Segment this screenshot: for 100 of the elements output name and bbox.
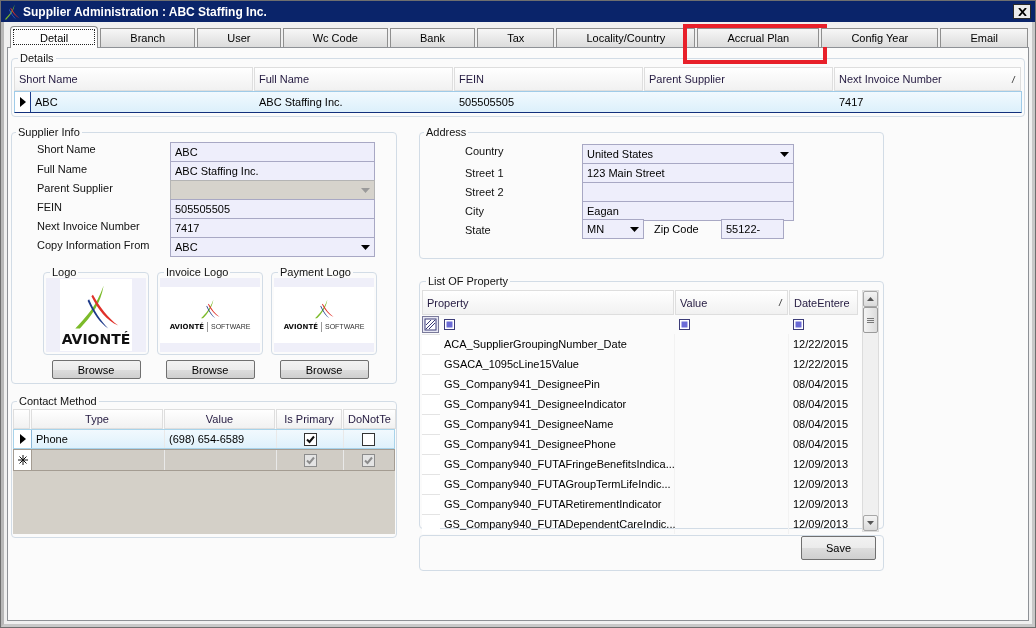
table-row[interactable]: ABC ABC Staffing Inc. 505505505 7417 [14, 91, 1022, 113]
caret-icon [361, 244, 370, 250]
tab[interactable]: Bank [389, 28, 476, 47]
table-cell: GS_Company941_DesigneeName [440, 414, 675, 434]
tab[interactable]: Detail [10, 26, 99, 48]
scroll-up-button[interactable] [863, 291, 878, 307]
row-header[interactable] [15, 92, 31, 112]
checkbox[interactable] [362, 453, 375, 467]
tab[interactable]: User [197, 28, 281, 47]
table-cell: GS_Company940_FUTADependentCareIndic... [440, 514, 675, 534]
row-header[interactable] [14, 430, 32, 448]
table-cell-text: 505505505 [458, 95, 516, 110]
tab[interactable]: Email [940, 28, 1028, 47]
table-cell-text: 08/04/2015 [792, 417, 850, 432]
table-cell-text: 08/04/2015 [792, 397, 850, 412]
column-header[interactable]: FEIN [454, 67, 643, 91]
logo-wordmark: AVIONTÉ [61, 330, 131, 347]
scrollbar[interactable] [862, 290, 879, 532]
filter-icon[interactable] [679, 319, 690, 330]
table-cell-text: 12/09/2013 [792, 497, 850, 512]
column-title: DateEntere [794, 296, 850, 309]
group-title: Payment Logo [279, 266, 352, 278]
column-header[interactable]: Full Name [254, 67, 453, 91]
browse-button[interactable]: Browse [165, 360, 255, 379]
table-cell: GS_Company941_DesigneePin [440, 374, 675, 394]
table-cell: Phone [32, 430, 165, 448]
window-title: Supplier Administration : ABC Staffing Inc. [23, 4, 268, 19]
sort-indicator-icon [1011, 75, 1016, 83]
scroll-down-icon [867, 521, 874, 525]
sort-indicator-icon [778, 299, 783, 306]
column-header[interactable]: DateEntere [789, 290, 858, 315]
column-header[interactable]: Short Name [14, 67, 253, 91]
group-title: Logo [51, 266, 78, 278]
text-field[interactable]: 505505505 [170, 199, 375, 219]
group-title: Address [425, 126, 468, 138]
new-row-icon [17, 455, 28, 465]
group-title: Supplier Info [17, 126, 81, 138]
row-header[interactable] [14, 450, 32, 470]
dropdown[interactable]: United States [582, 144, 794, 164]
checkbox[interactable] [303, 453, 317, 467]
column-header[interactable]: DoNotTe [343, 409, 396, 429]
tab[interactable]: Wc Code [282, 28, 388, 47]
group-title: List OF Property [427, 275, 510, 287]
column-header[interactable]: Next Invoice Number [834, 67, 1021, 91]
column-title: Full Name [259, 73, 310, 85]
field-label: Parent Supplier [37, 181, 114, 194]
filter-editor-icon[interactable] [422, 316, 439, 333]
save-button[interactable]: Save [801, 536, 876, 560]
text-field[interactable]: ABC Staffing Inc. [170, 161, 375, 181]
column-title: Parent Supplier [649, 73, 725, 85]
table-cell: ACA_SupplierGroupingNumber_Date [440, 334, 675, 354]
column-title: Property [427, 296, 469, 309]
table-cell-text: 12/22/2015 [792, 357, 850, 372]
browse-button[interactable]: Browse [51, 360, 141, 379]
column-header[interactable]: Is Primary [276, 409, 342, 429]
field-label: FEIN [37, 200, 64, 213]
column-header[interactable]: Parent Supplier [644, 67, 833, 91]
text-field[interactable]: 55122- [721, 219, 784, 239]
text-field[interactable]: 7417 [170, 218, 375, 238]
column-header[interactable]: Value [675, 290, 788, 315]
dropdown[interactable]: MN [582, 219, 644, 239]
table-cell-text: 12/09/2013 [792, 457, 850, 472]
field-label: Street 1 [465, 166, 505, 179]
field-label: City [465, 204, 485, 217]
tab[interactable]: Locality/Country [556, 28, 696, 47]
field-label: State [465, 223, 492, 236]
field-label: Zip Code [653, 222, 700, 235]
caret-icon [361, 187, 370, 193]
table-cell: GS_Company940_FUTAGroupTermLifeIndic... [440, 474, 675, 494]
table-cell-text: 7417 [838, 95, 865, 110]
dropdown[interactable]: ABC [170, 237, 375, 257]
table-row[interactable]: Phone (698) 654-6589 [13, 429, 395, 449]
current-row-icon [19, 97, 26, 107]
tab[interactable]: Config Year [821, 28, 939, 47]
browse-button[interactable]: Browse [279, 360, 369, 379]
filter-icon[interactable] [793, 319, 804, 330]
text-field[interactable]: 123 Main Street [582, 163, 794, 183]
field-label: Next Invoice Number [37, 219, 141, 232]
tab[interactable]: Tax [477, 28, 555, 47]
table-cell: GS_Company940_FUTARetirementIndicator [440, 494, 675, 514]
scroll-down-button[interactable] [863, 515, 878, 531]
scroll-up-icon [867, 297, 874, 301]
scroll-thumb[interactable] [863, 307, 878, 333]
tab[interactable]: Branch [100, 28, 196, 47]
column-header[interactable]: Value [164, 409, 275, 429]
text-field[interactable]: Eagan [582, 201, 794, 221]
table-cell: GS_Company941_DesigneeIndicator [440, 394, 675, 414]
close-button[interactable] [1013, 4, 1031, 19]
checkbox[interactable] [362, 432, 375, 446]
table-cell-text: 08/04/2015 [792, 437, 850, 452]
column-header[interactable]: Property [422, 290, 674, 315]
field-label: Copy Information From [37, 238, 151, 251]
text-field[interactable]: ABC [170, 142, 375, 162]
filter-icon[interactable] [444, 319, 455, 330]
table-cell-text: 12/22/2015 [792, 337, 850, 352]
column-header[interactable]: Type [31, 409, 163, 429]
checkbox[interactable] [303, 432, 317, 446]
text-field[interactable] [582, 182, 794, 202]
group-title: Invoice Logo [165, 266, 230, 278]
table-cell: GSACA_1095cLine15Value [440, 354, 675, 374]
